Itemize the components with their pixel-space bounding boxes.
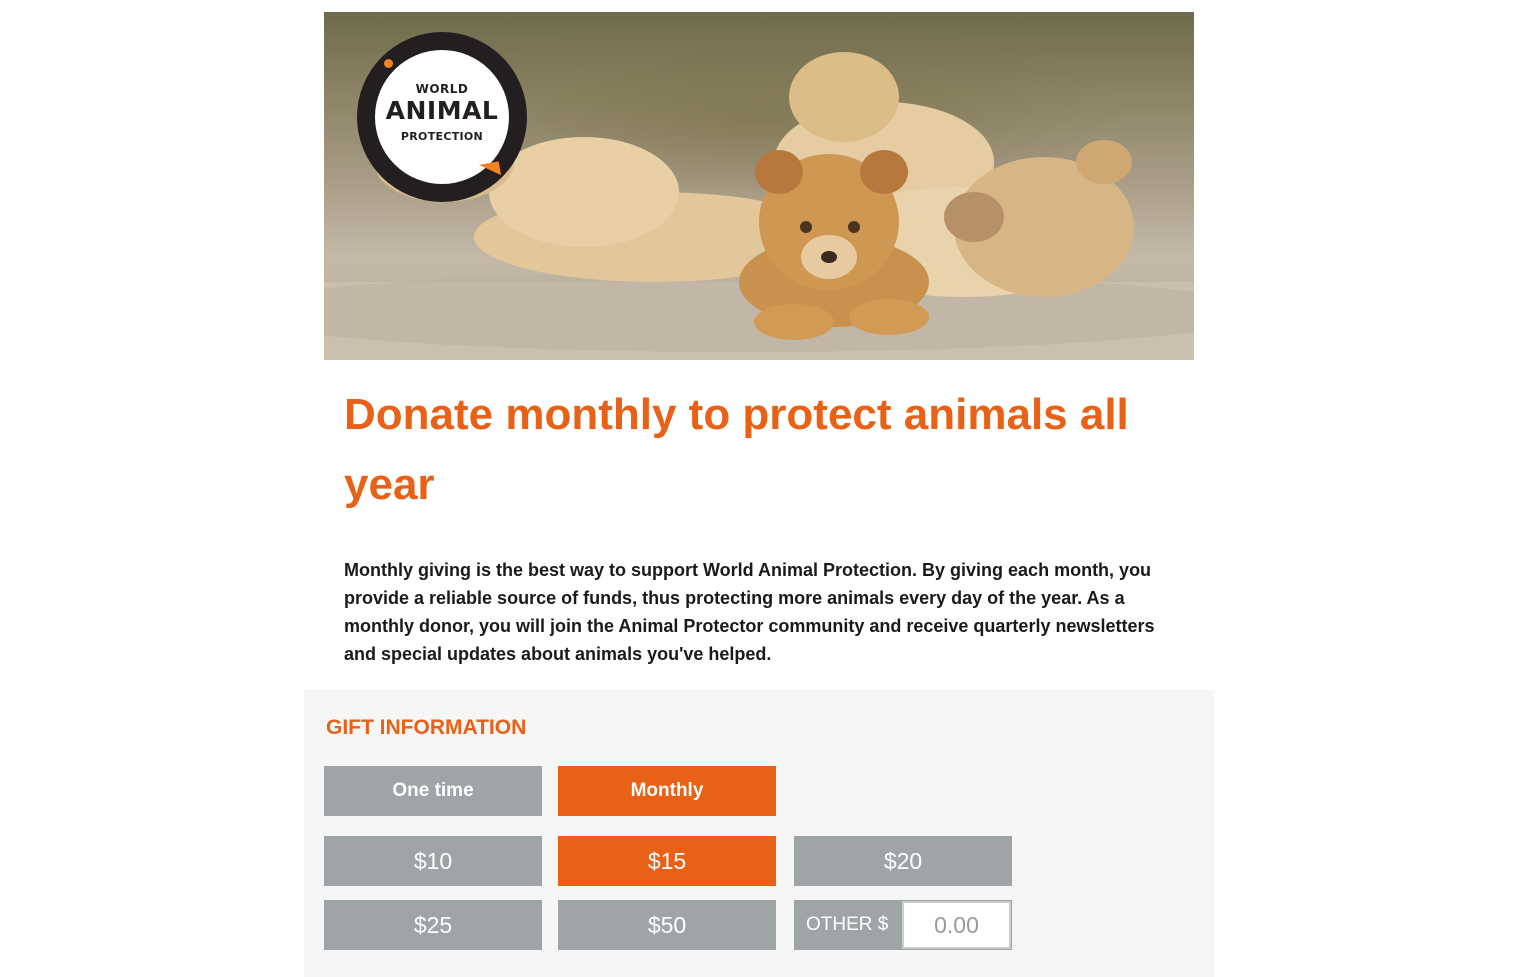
logo-text-world: WORLD [415,82,469,96]
intro-paragraph: Monthly giving is the best way to suppor… [344,560,1155,664]
amount-10-button[interactable]: $10 [324,836,542,886]
other-amount-label: OTHER $ [806,914,889,935]
amount-20-button[interactable]: $20 [794,836,1012,886]
one-time-button[interactable]: One time [324,766,542,816]
amount-25-button[interactable]: $25 [324,900,542,950]
logo-dot-icon [384,59,393,68]
page-title: Donate monthly to protect animals all ye… [344,390,1129,509]
amount-50-button[interactable]: $50 [558,900,776,950]
gift-information-heading: GIFT INFORMATION [326,716,527,739]
other-amount-group: OTHER $ [794,900,1012,950]
logo-text-animal: ANIMAL [385,96,499,125]
other-amount-input[interactable] [902,901,1011,949]
logo-text-protection: PROTECTION [400,130,484,143]
amount-15-button[interactable]: $15 [558,836,776,886]
monthly-button[interactable]: Monthly [558,766,776,816]
world-animal-protection-logo: WORLD ANIMAL PROTECTION [357,32,527,202]
